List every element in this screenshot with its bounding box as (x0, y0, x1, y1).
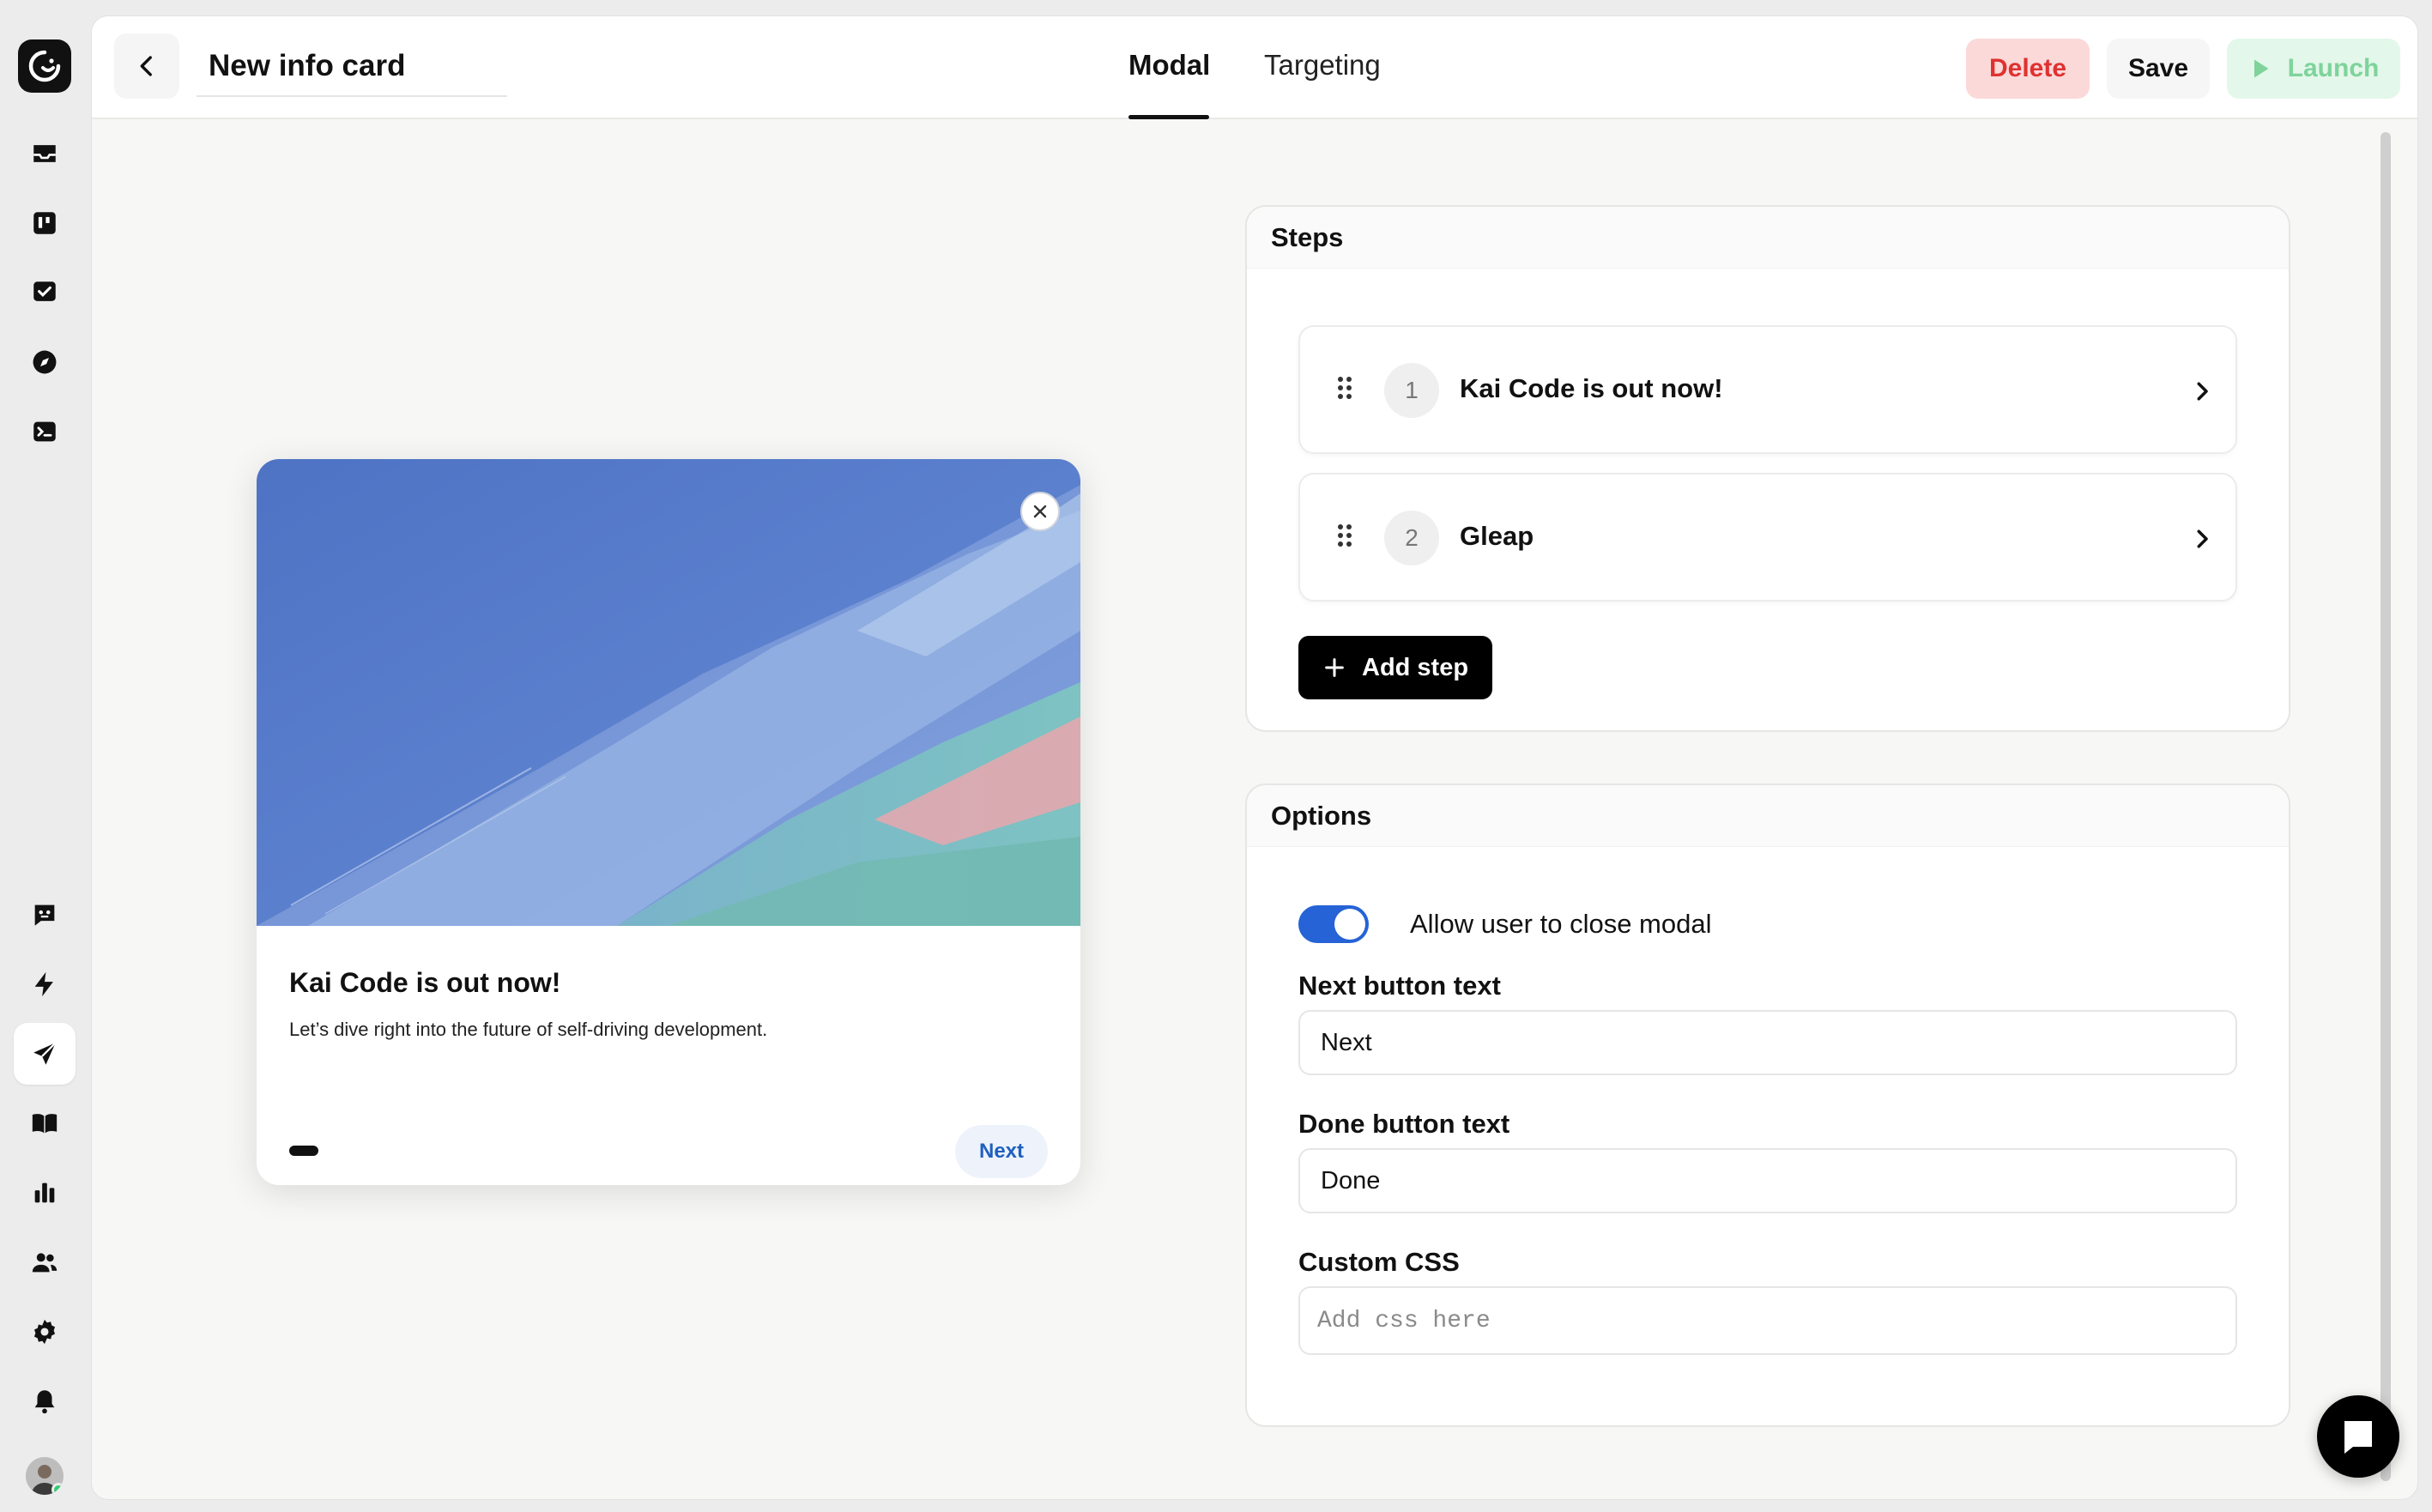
scrollbar[interactable] (2381, 132, 2391, 1481)
gleap-logo-icon[interactable] (18, 39, 71, 93)
terminal-icon[interactable] (14, 401, 76, 463)
checklist-icon[interactable] (14, 262, 76, 324)
editor-header: Modal Targeting Delete Save Launch (92, 16, 2417, 119)
preview-progress-indicator (289, 1146, 318, 1156)
preview-description: Let’s dive right into the future of self… (289, 1019, 768, 1040)
step-item-2[interactable]: 2 Gleap (1298, 473, 2237, 602)
next-button-text-input[interactable] (1298, 1010, 2237, 1075)
online-status-icon (51, 1483, 64, 1495)
card-title-input[interactable] (197, 37, 507, 97)
users-icon[interactable] (14, 1231, 76, 1293)
chevron-right-icon (2197, 382, 2208, 401)
bot-icon[interactable] (14, 884, 76, 946)
compass-icon[interactable] (14, 331, 76, 393)
preview-next-button[interactable]: Next (955, 1125, 1048, 1178)
launch-button-label: Launch (2287, 54, 2380, 82)
drag-handle-icon[interactable] (1336, 375, 1353, 401)
next-button-text-label: Next button text (1298, 971, 1501, 1001)
sidebar (0, 0, 89, 1512)
tab-modal[interactable]: Modal (1128, 49, 1210, 119)
hero-image (257, 459, 1080, 926)
play-icon (2254, 59, 2268, 78)
plus-icon (1325, 658, 1344, 677)
step-label: Gleap (1460, 521, 1534, 551)
chevron-left-icon (140, 56, 152, 76)
board-icon[interactable] (14, 192, 76, 254)
step-label: Kai Code is out now! (1460, 373, 1723, 403)
chevron-right-icon (2197, 529, 2208, 548)
step-number: 2 (1384, 511, 1439, 565)
steps-card: Steps 1 Kai Code is out now! 2 Gleap Add… (1245, 205, 2290, 732)
modal-preview: Kai Code is out now! Let’s dive right in… (257, 459, 1080, 1185)
bolt-icon[interactable] (14, 953, 76, 1015)
editor-panel: Modal Targeting Delete Save Launch (91, 15, 2418, 1500)
preview-close-button[interactable] (1020, 492, 1060, 531)
delete-button[interactable]: Delete (1966, 39, 2090, 99)
chat-bubble-icon (2344, 1421, 2372, 1454)
step-number: 1 (1384, 363, 1439, 418)
done-button-text-input[interactable] (1298, 1148, 2237, 1213)
custom-css-input[interactable] (1298, 1286, 2237, 1355)
allow-close-toggle[interactable] (1298, 905, 1369, 943)
gear-icon[interactable] (14, 1301, 76, 1363)
inbox-icon[interactable] (14, 123, 76, 184)
step-item-1[interactable]: 1 Kai Code is out now! (1298, 325, 2237, 454)
options-heading: Options (1247, 785, 2289, 847)
send-icon[interactable] (14, 1023, 76, 1085)
allow-close-label: Allow user to close modal (1410, 909, 1712, 939)
avatar[interactable] (26, 1457, 64, 1495)
options-card: Options Allow user to close modal Next b… (1245, 783, 2290, 1427)
back-button[interactable] (114, 33, 179, 99)
launch-button[interactable]: Launch (2227, 39, 2400, 99)
custom-css-label: Custom CSS (1298, 1247, 1460, 1277)
add-step-label: Add step (1362, 653, 1469, 681)
preview-title: Kai Code is out now! (289, 967, 561, 998)
close-icon (1033, 505, 1047, 518)
save-button[interactable]: Save (2107, 39, 2210, 99)
toggle-knob (1334, 909, 1365, 940)
bell-icon[interactable] (14, 1370, 76, 1432)
bar-chart-icon[interactable] (14, 1162, 76, 1224)
drag-handle-icon[interactable] (1336, 523, 1353, 548)
done-button-text-label: Done button text (1298, 1109, 1510, 1139)
add-step-button[interactable]: Add step (1298, 636, 1492, 699)
book-icon[interactable] (14, 1092, 76, 1154)
tab-targeting[interactable]: Targeting (1264, 49, 1391, 119)
chat-launcher-button[interactable] (2317, 1395, 2399, 1478)
steps-heading: Steps (1247, 207, 2289, 269)
